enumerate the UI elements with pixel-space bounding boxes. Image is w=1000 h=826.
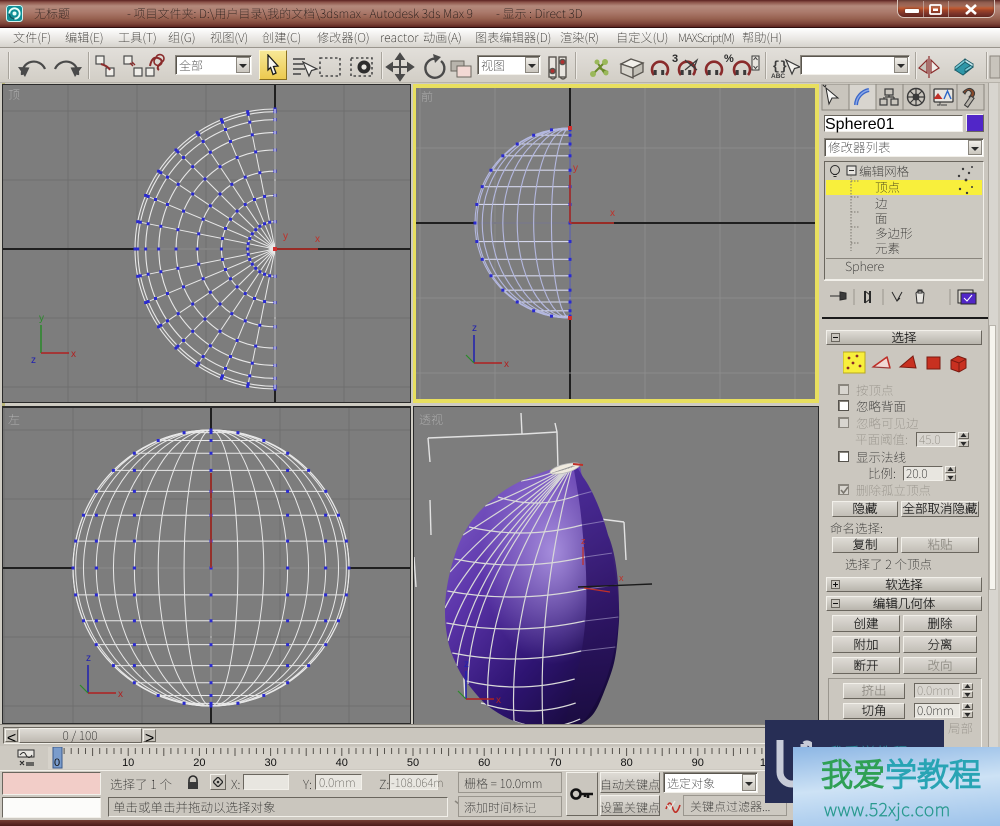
svg-text:z: z (86, 653, 91, 664)
svg-text:x: x (504, 359, 509, 370)
svg-text:70: 70 (549, 757, 561, 769)
svg-text:x: x (118, 689, 123, 700)
svg-text:30: 30 (264, 757, 276, 769)
svg-text:0: 0 (54, 757, 60, 769)
svg-text:ABC: ABC (771, 73, 785, 80)
svg-text:z: z (472, 323, 477, 334)
svg-text:z: z (31, 355, 36, 366)
svg-text:50: 50 (407, 757, 419, 769)
svg-text:x: x (315, 234, 320, 245)
svg-text:y: y (283, 231, 288, 242)
svg-text:z: z (581, 536, 586, 546)
svg-text:10: 10 (122, 757, 134, 769)
svg-text:80: 80 (620, 757, 632, 769)
svg-text:{}: {} (772, 59, 788, 74)
svg-text:y: y (39, 313, 44, 324)
svg-text:3: 3 (672, 53, 678, 65)
svg-text:90: 90 (692, 757, 704, 769)
svg-text:x: x (610, 208, 615, 219)
svg-text:%: % (724, 53, 734, 65)
svg-text:60: 60 (478, 757, 490, 769)
svg-text:20: 20 (193, 757, 205, 769)
svg-text:x: x (496, 695, 501, 706)
svg-text:x: x (619, 573, 624, 583)
svg-text:x: x (71, 349, 76, 360)
svg-text:y: y (573, 163, 578, 174)
svg-text:40: 40 (336, 757, 348, 769)
svg-text:z: z (464, 659, 469, 670)
